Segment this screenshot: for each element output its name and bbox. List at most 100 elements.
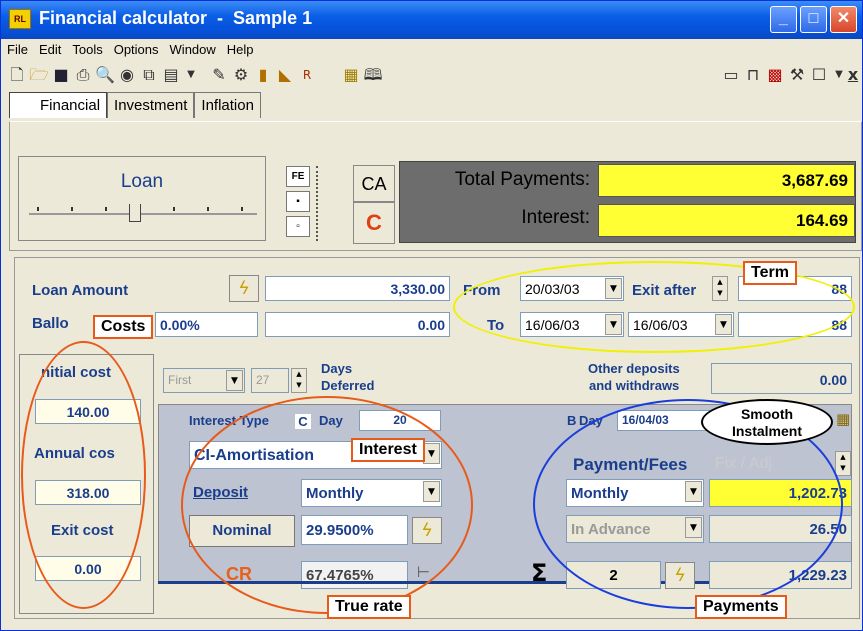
copy-icon[interactable]: ⧉ [139, 65, 159, 85]
camera-icon[interactable]: ◉ [117, 65, 137, 85]
costs-annotation: Costs [93, 315, 154, 339]
calendar-icon[interactable]: ▩ [765, 65, 785, 85]
menu-bar: File Edit Tools Options Window Help [1, 39, 862, 61]
term-annotation: Term [743, 261, 797, 285]
menu-options[interactable]: Options [108, 39, 164, 57]
exit-after-label: Exit after [632, 282, 697, 299]
to-label: To [487, 317, 505, 334]
instalment-value[interactable]: 1,202.73 [709, 479, 852, 507]
interest-type-label: Interest Type [189, 413, 269, 428]
loan-amount-calc-icon[interactable]: ϟ [229, 275, 259, 302]
chevron-down-icon[interactable]: ▼ [685, 517, 702, 538]
nominal-button[interactable]: Nominal [189, 515, 295, 547]
menu-help[interactable]: Help [221, 39, 259, 57]
print-icon[interactable]: ⎙ [73, 65, 93, 85]
print-preview-icon[interactable]: 🔍 [95, 65, 115, 85]
ca-button[interactable]: CA [353, 165, 395, 202]
area-chart-icon[interactable]: ◣ [275, 65, 295, 85]
mode-button-1[interactable]: ▪ [286, 191, 310, 212]
b-day-label: B [567, 413, 577, 428]
book-icon[interactable]: 🕮 [363, 65, 383, 85]
chevron-down-icon[interactable]: ▼ [423, 481, 440, 502]
tab-inflation[interactable]: Inflation [194, 92, 261, 118]
c-day-toggle[interactable]: C [295, 414, 311, 429]
deferred-days-spinner[interactable]: ▲ ▼ [291, 368, 307, 393]
calendar-icon[interactable]: ▦ [836, 410, 850, 428]
menu-tools[interactable]: Tools [66, 39, 107, 57]
close-icon[interactable]: ✕ [830, 6, 857, 33]
deferred-label: Deferred [321, 378, 375, 393]
exit-cost-input[interactable]: 0.00 [35, 556, 141, 581]
balloon-label: Ballo [32, 315, 69, 332]
chevron-down-icon[interactable]: ▼ [685, 481, 702, 502]
mode-button-2[interactable]: ▫ [286, 216, 310, 237]
payment-timing-select[interactable]: In Advance ▼ [566, 515, 704, 543]
open-icon[interactable]: 🗁 [29, 65, 49, 85]
to-date-select[interactable]: 16/06/03 ▼ [520, 312, 624, 337]
chevron-down-icon[interactable]: ▼ [423, 443, 440, 464]
bar-chart-icon[interactable]: ▮ [253, 65, 273, 85]
frame-icon[interactable]: ⊓ [743, 65, 763, 85]
loan-slider-track[interactable] [29, 213, 257, 215]
to-value-input[interactable]: 88 [738, 312, 852, 337]
edit-icon[interactable]: ✎ [209, 65, 229, 85]
tab-bar: Financial Investment Inflation [9, 92, 261, 120]
fix-adj-spinner[interactable]: ▲ ▼ [835, 451, 851, 476]
window-icon[interactable]: ▭ [721, 65, 741, 85]
sigma-icon: Σ [531, 559, 548, 587]
settings-icon[interactable]: ⚒ [787, 65, 807, 85]
chevron-down-icon[interactable]: ▼ [226, 370, 243, 391]
total-payments-value: 3,687.69 [598, 164, 855, 197]
paste-dropdown-icon[interactable]: ▼ [181, 65, 201, 85]
mode-slider[interactable] [316, 166, 326, 241]
loan-slider-thumb[interactable] [129, 204, 141, 222]
true-rate-annotation: True rate [327, 595, 411, 619]
menu-window[interactable]: Window [164, 39, 221, 57]
summary-box: Total Payments: 3,687.69 Interest: 164.6… [399, 161, 856, 243]
payments-calc-icon[interactable]: ϟ [665, 562, 695, 589]
c-button[interactable]: C [353, 202, 395, 244]
deferred-days-input[interactable]: 27 [251, 368, 289, 393]
app-window: RL Financial calculator - Sample 1 _ □ ✕… [0, 0, 863, 631]
chevron-down-icon[interactable]: ▼ [605, 314, 622, 335]
to-date2-select[interactable]: 16/06/03 ▼ [628, 312, 734, 337]
nominal-rate-input[interactable]: 29.9500% [301, 515, 408, 545]
initial-cost-input[interactable]: 140.00 [35, 399, 141, 424]
payment-count-value: 2 [566, 561, 661, 589]
loan-panel: Loan [18, 156, 266, 241]
rate-icon[interactable]: R [297, 65, 317, 85]
menu-edit[interactable]: Edit [33, 39, 66, 57]
maximize-icon[interactable]: □ [800, 6, 827, 33]
annual-cost-input[interactable]: 318.00 [35, 480, 141, 505]
deposit-select[interactable]: Monthly ▼ [301, 479, 442, 507]
tools-icon[interactable]: ⚙ [231, 65, 251, 85]
payment-frequency-select[interactable]: Monthly ▼ [566, 479, 704, 507]
tab-investment[interactable]: Investment [107, 92, 195, 118]
new-icon[interactable]: 🗋 [7, 65, 27, 85]
chevron-down-icon[interactable]: ▼ [715, 314, 732, 335]
interest-day-label: Day [319, 413, 343, 428]
title-bar[interactable]: RL Financial calculator - Sample 1 _ □ ✕ [1, 1, 862, 39]
cr-chart-icon[interactable]: ⊢ [417, 563, 430, 581]
menu-file[interactable]: File [1, 39, 33, 57]
exit-icon[interactable]: x [843, 65, 862, 85]
exit-after-spinner[interactable]: ▲ ▼ [712, 276, 728, 301]
grid-icon[interactable]: ▦ [341, 65, 361, 85]
annual-cost-label: Annual cos [34, 445, 115, 462]
nominal-calc-icon[interactable]: ϟ [412, 517, 442, 544]
fe-button[interactable]: FE [286, 166, 310, 187]
tab-financial[interactable]: Financial [9, 92, 108, 118]
first-select[interactable]: First ▼ [163, 368, 245, 393]
minimize-icon[interactable]: _ [770, 6, 797, 33]
balloon-percent-input[interactable]: 0.00% [155, 312, 258, 337]
paste-icon[interactable]: ▤ [161, 65, 181, 85]
chevron-down-icon[interactable]: ▼ [605, 278, 622, 299]
interest-day-input[interactable]: 20 [359, 410, 441, 431]
loan-amount-input[interactable]: 3,330.00 [265, 276, 450, 301]
balloon-value-input[interactable]: 0.00 [265, 312, 450, 337]
fee-value[interactable]: 26.50 [709, 515, 852, 543]
other-deposits-input[interactable]: 0.00 [711, 363, 852, 394]
save-icon[interactable]: ■ [51, 65, 71, 85]
from-date-select[interactable]: 20/03/03 ▼ [520, 276, 624, 301]
properties-icon[interactable]: ☐ [809, 65, 829, 85]
